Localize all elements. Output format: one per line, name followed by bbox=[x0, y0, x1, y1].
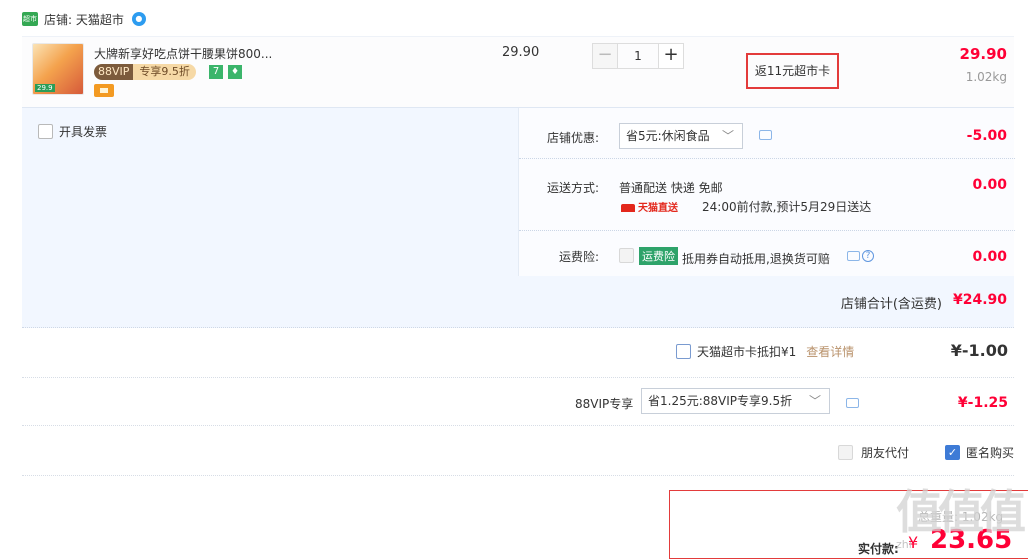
insurance-tag: 运费险 bbox=[639, 247, 678, 265]
divider bbox=[22, 377, 1014, 378]
divider bbox=[519, 230, 1015, 231]
supermarket-card-checkbox[interactable] bbox=[676, 344, 691, 359]
insurance-chat-icon[interactable] bbox=[847, 251, 860, 261]
product-thumbnail[interactable]: 29.9 bbox=[32, 43, 84, 95]
cart-item-row: 29.9 大牌新享好吃点饼干腰果饼800... 88VIP 专享9.5折 7 ♦… bbox=[22, 36, 1014, 108]
thumbnail-price-label: 29.9 bbox=[35, 84, 55, 92]
supermarket-card-label: 天猫超市卡抵扣¥1 bbox=[697, 345, 797, 359]
shipping-method: 普通配送 快递 免邮 bbox=[619, 181, 723, 195]
insurance-checkbox bbox=[619, 248, 634, 263]
wangwang-chat-icon[interactable]: ● bbox=[131, 12, 146, 26]
vip-info-icon[interactable] bbox=[846, 398, 859, 408]
anonymous-purchase-option[interactable]: ✓ 匿名购买 bbox=[945, 444, 1014, 461]
supermarket-card-deduction: 天猫超市卡抵扣¥1 查看详情 bbox=[676, 343, 854, 360]
insurance-note: 抵用券自动抵用,退换货可赔 bbox=[682, 252, 830, 266]
shipping-fee-value: 0.00 bbox=[972, 177, 1007, 193]
shop-name[interactable]: 店铺: 天猫超市 bbox=[44, 11, 124, 28]
insurance-fee-value: 0.00 bbox=[972, 249, 1007, 265]
shop-header: 超市 店铺: 天猫超市 ● bbox=[22, 10, 146, 28]
chevron-down-icon: ﹀ bbox=[721, 129, 734, 143]
divider bbox=[519, 158, 1015, 159]
vip-discount-text: 专享9.5折 bbox=[133, 64, 196, 80]
watermark: 值值值 bbox=[896, 485, 1026, 539]
quantity-input[interactable]: 1 bbox=[618, 43, 658, 69]
invoice-label: 开具发票 bbox=[59, 125, 108, 139]
anonymous-label: 匿名购买 bbox=[966, 446, 1015, 460]
divider bbox=[22, 425, 1014, 426]
view-details-link[interactable]: 查看详情 bbox=[806, 343, 854, 360]
shop-discount-select[interactable]: 省5元:休闲食品 ﹀ bbox=[619, 123, 743, 149]
vip-discount-value: ¥-1.25 bbox=[957, 395, 1008, 411]
order-options-panel: 开具发票 店铺优惠: 省5元:休闲食品 ﹀ -5.00 运送方式: 普通配送 快… bbox=[22, 108, 1015, 328]
vip-discount-option: 省1.25元:88VIP专享9.5折 bbox=[648, 394, 793, 408]
shop-total-value: ¥24.90 bbox=[952, 292, 1007, 308]
supermarket-card-value: ¥-1.00 bbox=[950, 341, 1008, 360]
chevron-down-icon: ﹀ bbox=[808, 394, 821, 408]
increase-quantity-button[interactable]: + bbox=[658, 43, 684, 69]
discount-info-icon[interactable] bbox=[759, 130, 772, 140]
shop-discount-value: -5.00 bbox=[966, 128, 1007, 144]
divider bbox=[22, 475, 1014, 476]
friend-pay-checkbox[interactable] bbox=[838, 445, 853, 460]
vip-discount-select[interactable]: 省1.25元:88VIP专享9.5折 ﹀ bbox=[641, 388, 830, 414]
decrease-quantity-button[interactable]: − bbox=[592, 43, 618, 69]
invoice-checkbox[interactable] bbox=[38, 124, 53, 139]
payment-label: 实付款: bbox=[858, 542, 899, 556]
item-subtotal: 29.90 bbox=[959, 45, 1007, 63]
shop-total-label: 店铺合计(含运费) bbox=[840, 297, 942, 312]
product-title[interactable]: 大牌新享好吃点饼干腰果饼800... bbox=[94, 45, 284, 62]
shipping-label: 运送方式: bbox=[546, 181, 599, 195]
vip-discount-badge: 88VIP 专享9.5折 bbox=[94, 64, 196, 80]
shop-discount-label: 店铺优惠: bbox=[546, 131, 599, 145]
vip-tag: 88VIP bbox=[94, 64, 134, 80]
vip-label: 88VIP专享 bbox=[575, 397, 634, 411]
supermarket-card-icon bbox=[94, 84, 114, 97]
order-detail-pane: 店铺优惠: 省5元:休闲食品 ﹀ -5.00 运送方式: 普通配送 快递 免邮 … bbox=[518, 108, 1015, 276]
unit-price: 29.90 bbox=[502, 45, 540, 60]
friend-pay-label: 朋友代付 bbox=[861, 446, 910, 460]
seven-day-return-icon: 7 bbox=[209, 65, 223, 79]
anonymous-checkbox[interactable]: ✓ bbox=[945, 445, 960, 460]
delivery-estimate: 24:00前付款,预计5月29日送达 bbox=[702, 200, 872, 214]
shop-discount-option: 省5元:休闲食品 bbox=[626, 129, 710, 143]
tmall-supermarket-logo-icon: 超市 bbox=[22, 12, 38, 26]
quantity-stepper: − 1 + bbox=[592, 43, 684, 69]
watermark-sub: zhi bbox=[896, 538, 912, 551]
guarantee-icon: ♦ bbox=[228, 65, 242, 79]
item-weight: 1.02kg bbox=[965, 70, 1007, 84]
insurance-label: 运费险: bbox=[558, 250, 599, 264]
tmall-direct-tag: 天猫直送 bbox=[621, 199, 678, 214]
help-icon[interactable]: ? bbox=[862, 250, 874, 262]
supermarket-card-rebate: 返11元超市卡 bbox=[746, 53, 839, 89]
invoice-option[interactable]: 开具发票 bbox=[38, 123, 107, 140]
friend-pay-option[interactable]: 朋友代付 bbox=[838, 444, 909, 461]
